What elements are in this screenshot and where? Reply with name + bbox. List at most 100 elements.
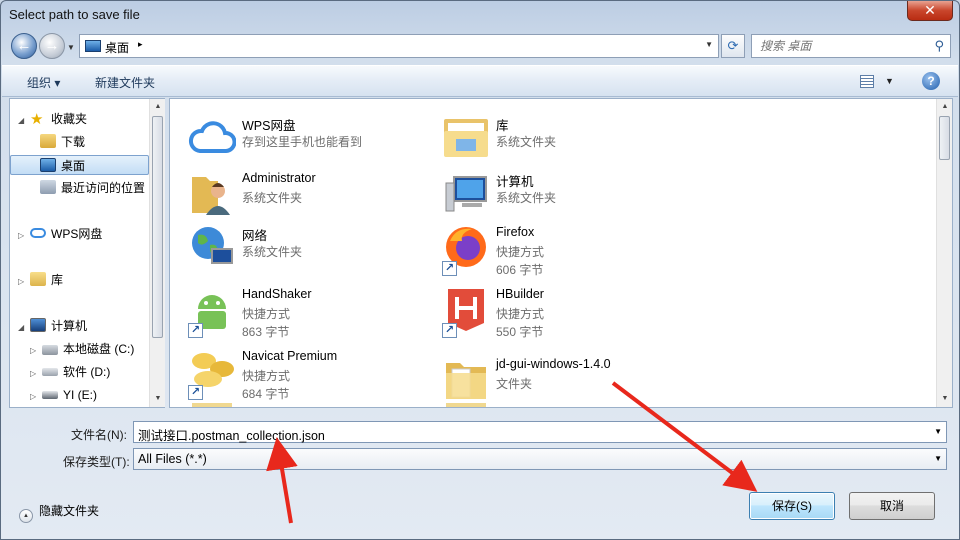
sidebar-item-label: 收藏夹 xyxy=(51,112,88,126)
list-item[interactable]: 网络 系统文件夹 xyxy=(172,221,422,279)
command-bar: 组织 ▾ 新建文件夹 ▼ ? xyxy=(2,65,958,97)
sidebar-item-drive-d[interactable]: ▷ 软件 (D:) xyxy=(30,362,110,382)
sidebar-item-drive-c[interactable]: ▷ 本地磁盘 (C:) xyxy=(30,339,134,359)
list-item[interactable]: WPS网盘 存到这里手机也能看到 xyxy=(172,111,422,169)
shortcut-arrow-icon: ↗ xyxy=(188,323,203,338)
address-breadcrumb[interactable]: 桌面 xyxy=(105,39,129,56)
scroll-thumb[interactable] xyxy=(939,116,950,160)
system-drive-icon xyxy=(42,345,58,355)
new-folder-button[interactable]: 新建文件夹 xyxy=(95,74,155,91)
computer-icon xyxy=(30,318,46,332)
search-icon[interactable]: ⚲ xyxy=(934,38,944,54)
file-name: jd-gui-windows-1.4.0 xyxy=(496,357,611,371)
list-item[interactable]: Administrator 系统文件夹 xyxy=(172,167,422,225)
save-button[interactable]: 保存(S) xyxy=(749,492,835,520)
expand-arrow-icon[interactable]: ▷ xyxy=(30,387,42,407)
filetype-label: 保存类型(T): xyxy=(63,455,130,469)
file-size: 606 字节 xyxy=(496,263,544,277)
sidebar-item-label: 计算机 xyxy=(51,319,88,333)
hide-folders-toggle[interactable]: ▲ 隐藏文件夹 xyxy=(19,502,99,523)
scroll-up-icon[interactable]: ▲ xyxy=(150,99,166,115)
desktop-icon xyxy=(85,40,101,52)
sidebar-item-wps-cloud[interactable]: ▷ WPS网盘 xyxy=(18,224,102,244)
scroll-up-icon[interactable]: ▲ xyxy=(937,99,952,115)
sidebar-item-label: 下载 xyxy=(61,135,86,149)
sidebar-item-libraries[interactable]: ▷ 库 xyxy=(18,270,63,290)
file-type: 快捷方式 xyxy=(242,369,291,383)
search-input[interactable] xyxy=(760,36,930,56)
sidebar-item-label: 本地磁盘 (C:) xyxy=(63,342,135,356)
sidebar-item-recent-places[interactable]: 最近访问的位置 xyxy=(40,178,145,198)
list-item[interactable]: ↗ HBuilder 快捷方式 550 字节 xyxy=(426,283,676,341)
drive-icon xyxy=(42,391,58,399)
filename-label: 文件名(N): xyxy=(71,428,127,442)
desktop-icon xyxy=(40,158,56,172)
file-name: Navicat Premium xyxy=(242,349,338,363)
filetype-select[interactable]: All Files (*.*) ▼ xyxy=(133,448,947,470)
refresh-button[interactable]: ⟳ xyxy=(721,34,745,58)
file-name: WPS网盘 xyxy=(242,119,296,133)
file-name: HandShaker xyxy=(242,287,312,301)
expand-arrow-icon[interactable]: ▷ xyxy=(18,272,30,292)
list-item[interactable]: jd-gui-windows-1.4.0 文件夹 xyxy=(426,353,676,407)
breadcrumb-chevron-icon[interactable]: ▸ xyxy=(138,39,143,50)
organize-menu[interactable]: 组织 ▾ xyxy=(27,74,60,91)
sidebar-item-label: WPS网盘 xyxy=(51,227,103,241)
address-dropdown-icon[interactable]: ▼ xyxy=(705,40,713,49)
sidebar-item-label: 最近访问的位置 xyxy=(61,181,146,195)
filename-input[interactable]: 测试接口.postman_collection.json ▼ xyxy=(133,421,947,443)
file-type: 系统文件夹 xyxy=(242,191,303,205)
list-item[interactable]: 库 系统文件夹 xyxy=(426,111,676,169)
file-name: 库 xyxy=(496,119,509,133)
library-icon xyxy=(30,272,46,286)
expand-arrow-icon[interactable]: ▷ xyxy=(30,364,42,384)
file-type: 文件夹 xyxy=(496,377,533,391)
file-list: WPS网盘 存到这里手机也能看到 库 系统文件夹 Administrator 系… xyxy=(169,98,953,408)
chevron-down-icon[interactable]: ▼ xyxy=(934,427,942,436)
list-item[interactable]: ↗ HandShaker 快捷方式 863 字节 xyxy=(172,283,422,341)
chevron-down-icon[interactable]: ▼ xyxy=(934,454,942,463)
help-icon[interactable]: ? xyxy=(922,72,940,90)
filetype-value[interactable]: All Files (*.*) xyxy=(138,452,207,466)
cancel-button[interactable]: 取消 xyxy=(849,492,935,520)
forward-button[interactable]: → xyxy=(39,33,65,59)
close-button[interactable]: ✕ xyxy=(907,1,953,21)
sidebar-item-desktop[interactable]: 桌面 xyxy=(10,155,149,175)
sidebar-scrollbar[interactable]: ▲ ▼ xyxy=(149,99,165,407)
navigation-bar: ← → ▼ 桌面 ▸ ▼ ⟳ ⚲ xyxy=(1,31,959,63)
list-item[interactable]: ↗ Firefox 快捷方式 606 字节 xyxy=(426,221,676,279)
sidebar-item-drive-e[interactable]: ▷ YI (E:) xyxy=(30,385,97,405)
list-item[interactable]: 计算机 系统文件夹 xyxy=(426,167,676,225)
file-name: 计算机 xyxy=(496,175,534,189)
expand-arrow-icon[interactable]: ▷ xyxy=(18,226,30,246)
address-bar[interactable]: 桌面 ▸ ▼ xyxy=(79,34,719,58)
partial-folder-icon xyxy=(446,403,486,407)
back-button[interactable]: ← xyxy=(11,33,37,59)
sidebar-item-downloads[interactable]: 下载 xyxy=(40,132,85,152)
sidebar-item-favorites[interactable]: ◢ ★ 收藏夹 xyxy=(18,109,87,129)
expand-arrow-icon[interactable]: ◢ xyxy=(18,318,30,338)
list-item[interactable]: ↗ Navicat Premium 快捷方式 684 字节 xyxy=(172,345,422,403)
sidebar-item-computer[interactable]: ◢ 计算机 xyxy=(18,316,87,336)
expand-arrow-icon[interactable]: ◢ xyxy=(18,111,30,131)
filename-value[interactable]: 测试接口.postman_collection.json xyxy=(138,425,325,444)
computer-icon xyxy=(445,176,487,212)
expand-arrow-icon[interactable]: ▷ xyxy=(30,341,42,361)
file-size: 550 字节 xyxy=(496,325,544,339)
file-type: 快捷方式 xyxy=(496,307,545,321)
recent-places-icon xyxy=(40,180,56,194)
file-list-scrollbar[interactable]: ▲ ▼ xyxy=(936,99,952,407)
partial-folder-icon xyxy=(192,403,232,407)
shortcut-arrow-icon: ↗ xyxy=(442,323,457,338)
collapse-chevron-icon[interactable]: ▲ xyxy=(19,509,33,523)
title-bar[interactable]: Select path to save file ✕ xyxy=(1,1,959,31)
recent-pages-dropdown-icon[interactable]: ▼ xyxy=(67,43,75,52)
view-options-icon[interactable] xyxy=(860,75,874,88)
file-name: HBuilder xyxy=(496,287,544,301)
scroll-down-icon[interactable]: ▼ xyxy=(150,391,166,407)
scroll-down-icon[interactable]: ▼ xyxy=(937,391,952,407)
scroll-thumb[interactable] xyxy=(152,116,163,338)
file-type: 系统文件夹 xyxy=(242,245,303,259)
view-dropdown-icon[interactable]: ▼ xyxy=(885,76,894,86)
search-box[interactable]: ⚲ xyxy=(751,34,951,58)
